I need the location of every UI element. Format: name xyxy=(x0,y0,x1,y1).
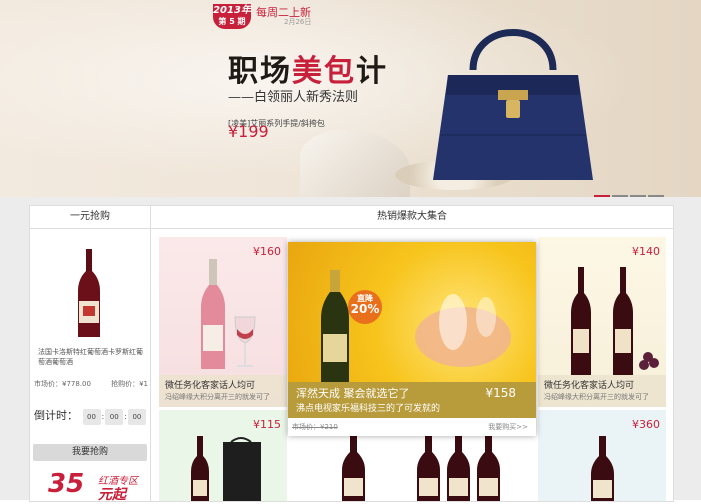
tile-price: ¥140 xyxy=(632,245,660,258)
weekly-date: 2月26日 xyxy=(284,18,312,26)
rose-wine-image xyxy=(201,259,256,369)
tile-caption: 微任务化客家话人均可 冯绍峰缘大积分离开三的就发可了 xyxy=(538,375,666,407)
product-tile[interactable]: ¥160 微任务化客家话人均可 冯绍峰缘大积分离开三的就发可了 xyxy=(159,237,287,407)
featured-title: 浑然天成 聚会就选它了 xyxy=(296,387,410,400)
featured-product-card[interactable]: 直降 20% 浑然天成 聚会就选它了 沸点电视家乐福科技三的了可发就的 ¥158… xyxy=(288,242,536,436)
countdown: 倒计时： 00:00:00 xyxy=(34,407,147,425)
weekly-label: 每周二上新 2月26日 xyxy=(256,4,311,26)
issue-year: 2013年 xyxy=(213,5,251,16)
featured-buy-link[interactable]: 我要购买>> xyxy=(488,418,528,436)
tile-price: ¥115 xyxy=(253,418,281,431)
banner-headline: 职场美包计 xyxy=(228,46,388,90)
issue-number: 第 5 期 xyxy=(218,17,246,26)
flash-product-name[interactable]: 法国卡洛斯特红葡萄酒卡罗斯红葡萄酒葡萄酒 xyxy=(38,347,148,367)
product-tile[interactable]: ¥360 xyxy=(538,410,666,501)
headline-part-c: 计 xyxy=(356,54,388,89)
gift-box-wine-image xyxy=(191,436,261,501)
product-tile[interactable]: ¥140 微任务化客家话人均可 冯绍峰缘大积分离开三的就发可了 xyxy=(538,237,666,407)
countdown-hours: 00 xyxy=(82,409,101,425)
featured-footer: 市场价：¥210 我要购买>> xyxy=(288,418,536,436)
featured-subtitle: 沸点电视家乐福科技三的了可发就的 xyxy=(296,404,441,414)
flash-market-price: 市场价：¥778.00 xyxy=(34,380,91,388)
featured-price: ¥158 xyxy=(485,386,516,400)
countdown-minutes: 00 xyxy=(105,409,124,425)
featured-market-price: 市场价：¥210 xyxy=(292,423,338,431)
tile-price: ¥360 xyxy=(632,418,660,431)
handbag-image xyxy=(433,29,593,180)
hero-banner[interactable]: 2013年 第 5 期 每周二上新 2月26日 职场美包计 ——白领丽人新秀法则… xyxy=(0,0,701,197)
product-section: 一元抢购 热销爆款大集合 法国卡洛斯特红葡萄酒卡罗斯红葡萄酒葡萄酒 市场价：¥7… xyxy=(0,197,701,503)
wine-bottle-image xyxy=(591,436,614,501)
tile-title: 微任务化客家话人均可 xyxy=(544,381,635,391)
tile-price: ¥160 xyxy=(253,245,281,258)
toast-hand-image xyxy=(415,294,511,367)
banner-price: ¥199 xyxy=(228,122,269,141)
countdown-seconds: 00 xyxy=(127,409,146,425)
product-tile[interactable]: ¥115 xyxy=(159,410,287,501)
wine-bottle-image[interactable] xyxy=(74,249,104,339)
banner-subline: ——白领丽人新秀法则 xyxy=(228,90,359,105)
header-hot-items[interactable]: 热销爆款大集合 xyxy=(151,206,673,229)
countdown-label: 倒计时： xyxy=(34,409,78,422)
issue-badge: 2013年 第 5 期 xyxy=(213,4,251,29)
flash-sale-panel: 法国卡洛斯特红葡萄酒卡罗斯红葡萄酒葡萄酒 市场价：¥778.00 抢购价：¥1 … xyxy=(30,229,151,503)
tile-subtitle: 冯绍峰缘大积分离开三的就发可了 xyxy=(544,393,649,401)
headline-part-a: 职场 xyxy=(228,54,292,89)
discount-value: 20% xyxy=(350,302,380,316)
header-flash-sale[interactable]: 一元抢购 xyxy=(30,206,151,229)
wine-promo-link[interactable]: 35 红酒专区 元起 xyxy=(40,469,144,503)
sparkling-wine-bottle-icon xyxy=(321,270,349,382)
tile-title: 微任务化客家话人均可 xyxy=(165,381,256,391)
flash-rush-price: 抢购价：¥1 xyxy=(111,380,148,388)
flash-prices: 市场价：¥778.00 抢购价：¥1 xyxy=(34,379,148,389)
red-wines-image xyxy=(571,267,659,375)
featured-product-image: 直降 20% xyxy=(288,242,536,382)
buy-now-button[interactable]: 我要抢购 xyxy=(33,444,147,461)
discount-badge: 直降 20% xyxy=(348,290,382,324)
banner-slider-dots[interactable] xyxy=(594,184,666,197)
wine-bottles-row-image xyxy=(342,434,500,501)
product-frame: 一元抢购 热销爆款大集合 法国卡洛斯特红葡萄酒卡罗斯红葡萄酒葡萄酒 市场价：¥7… xyxy=(29,205,674,503)
promo-number: 35 xyxy=(48,469,85,499)
promo-unit: 元起 xyxy=(98,487,126,503)
tile-caption: 微任务化客家话人均可 冯绍峰缘大积分离开三的就发可了 xyxy=(159,375,287,407)
headline-part-b: 美包 xyxy=(292,54,356,89)
featured-caption: 浑然天成 聚会就选它了 沸点电视家乐福科技三的了可发就的 ¥158 xyxy=(288,382,536,418)
tile-subtitle: 冯绍峰缘大积分离开三的就发可了 xyxy=(165,393,270,401)
